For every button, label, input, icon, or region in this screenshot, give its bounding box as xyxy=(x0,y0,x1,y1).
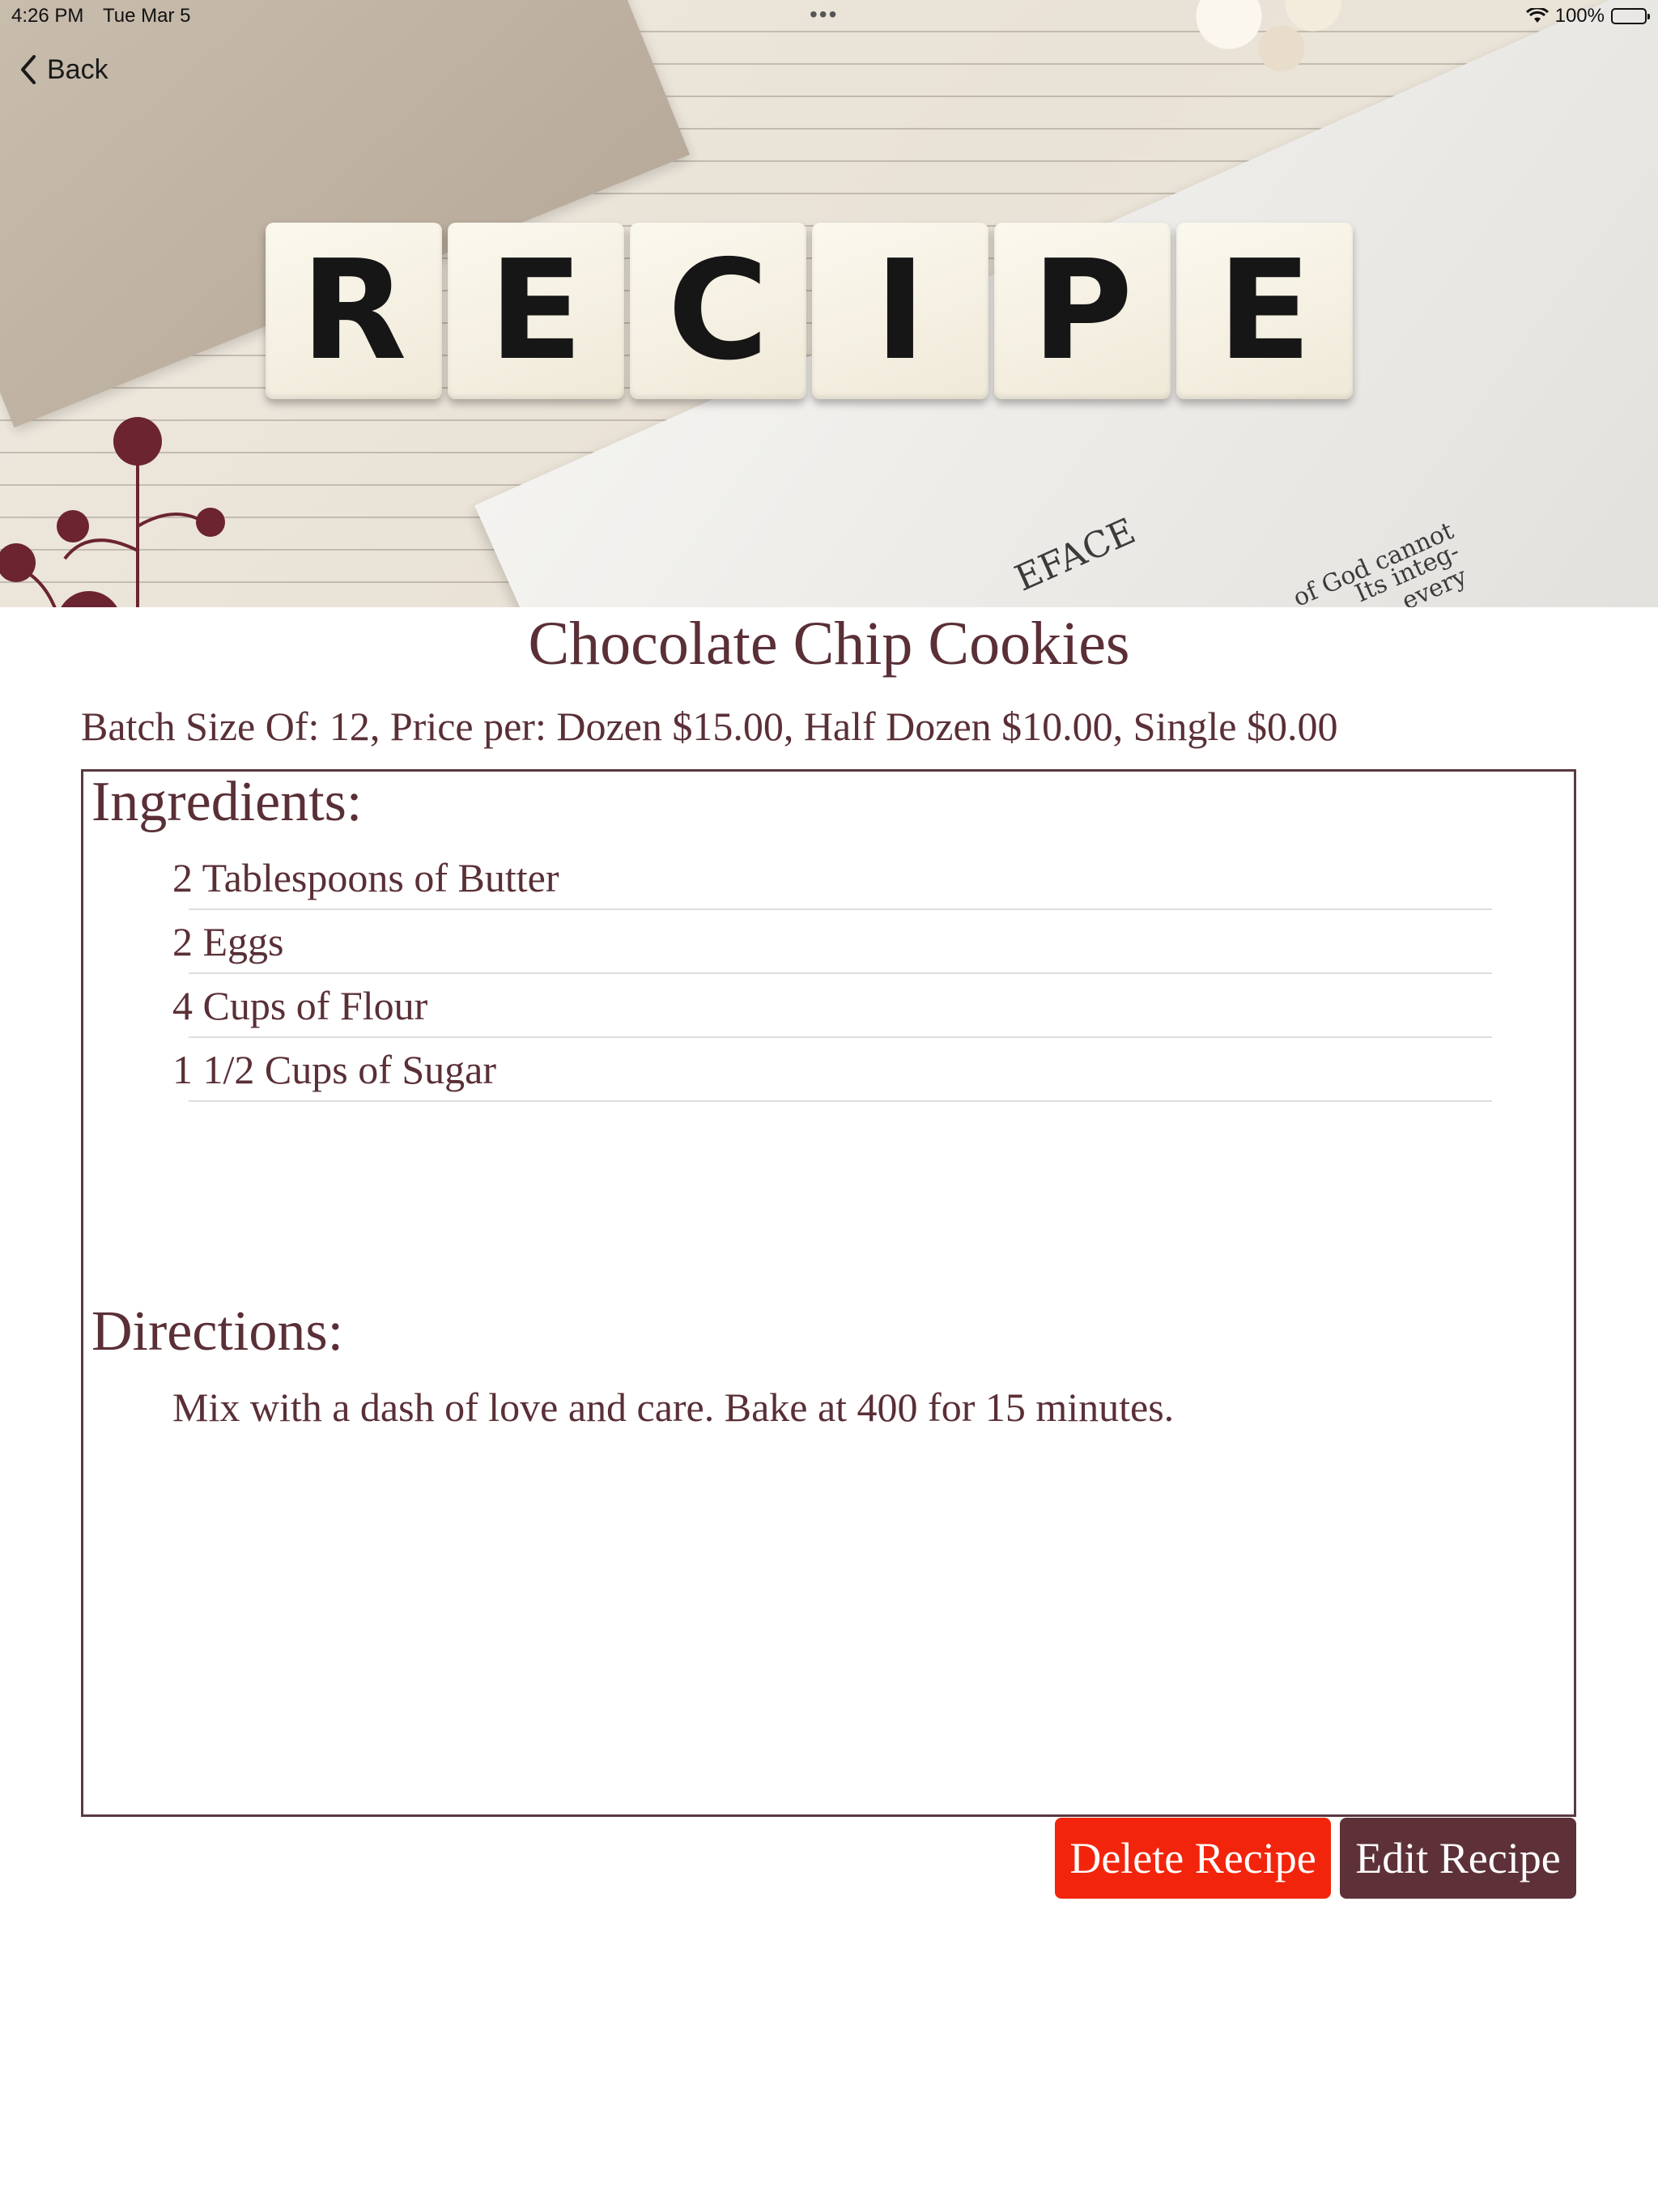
status-date: Tue Mar 5 xyxy=(103,5,191,27)
letter-tile: C xyxy=(630,223,806,399)
directions-text: Mix with a dash of love and care. Bake a… xyxy=(172,1385,1175,1430)
battery-icon xyxy=(1611,8,1650,24)
letter-tile: I xyxy=(812,223,988,399)
batch-info: Batch Size Of: 12, Price per: Dozen $15.… xyxy=(81,704,1338,749)
ingredient-item: 4 Cups of Flour xyxy=(172,974,1492,1038)
multitasking-dots[interactable]: ••• xyxy=(810,2,838,28)
recipe-detail-box: Ingredients: 2 Tablespoons of Butter 2 E… xyxy=(81,769,1576,1817)
delete-recipe-button[interactable]: Delete Recipe xyxy=(1055,1818,1331,1899)
letter-tile: R xyxy=(266,223,442,399)
ingredients-list: 2 Tablespoons of Butter 2 Eggs 4 Cups of… xyxy=(172,846,1492,1102)
flower-illustration xyxy=(0,417,225,607)
header-image: EFACE of God cannot Its integ- every R E… xyxy=(0,0,1658,607)
recipe-title: Chocolate Chip Cookies xyxy=(528,610,1130,678)
directions-heading: Directions: xyxy=(91,1300,344,1363)
letter-tile: P xyxy=(994,223,1171,399)
status-right: 100% xyxy=(1525,5,1650,28)
status-time: 4:26 PM xyxy=(11,5,84,27)
back-button[interactable]: Back xyxy=(18,53,108,86)
ingredients-heading: Ingredients: xyxy=(91,771,363,833)
status-bar: 4:26 PM Tue Mar 5 ••• 100% xyxy=(0,0,1658,32)
battery-percent: 100% xyxy=(1554,5,1605,27)
letter-tile: E xyxy=(448,223,624,399)
back-label: Back xyxy=(47,53,108,85)
edit-recipe-button[interactable]: Edit Recipe xyxy=(1340,1818,1576,1899)
recipe-tiles: R E C I P E xyxy=(266,223,1358,405)
ingredient-item: 1 1/2 Cups of Sugar xyxy=(172,1038,1492,1102)
ingredient-item: 2 Tablespoons of Butter xyxy=(172,846,1492,910)
letter-tile: E xyxy=(1176,223,1353,399)
wifi-icon xyxy=(1525,8,1549,23)
ingredient-item: 2 Eggs xyxy=(172,910,1492,974)
chevron-left-icon xyxy=(21,55,36,84)
